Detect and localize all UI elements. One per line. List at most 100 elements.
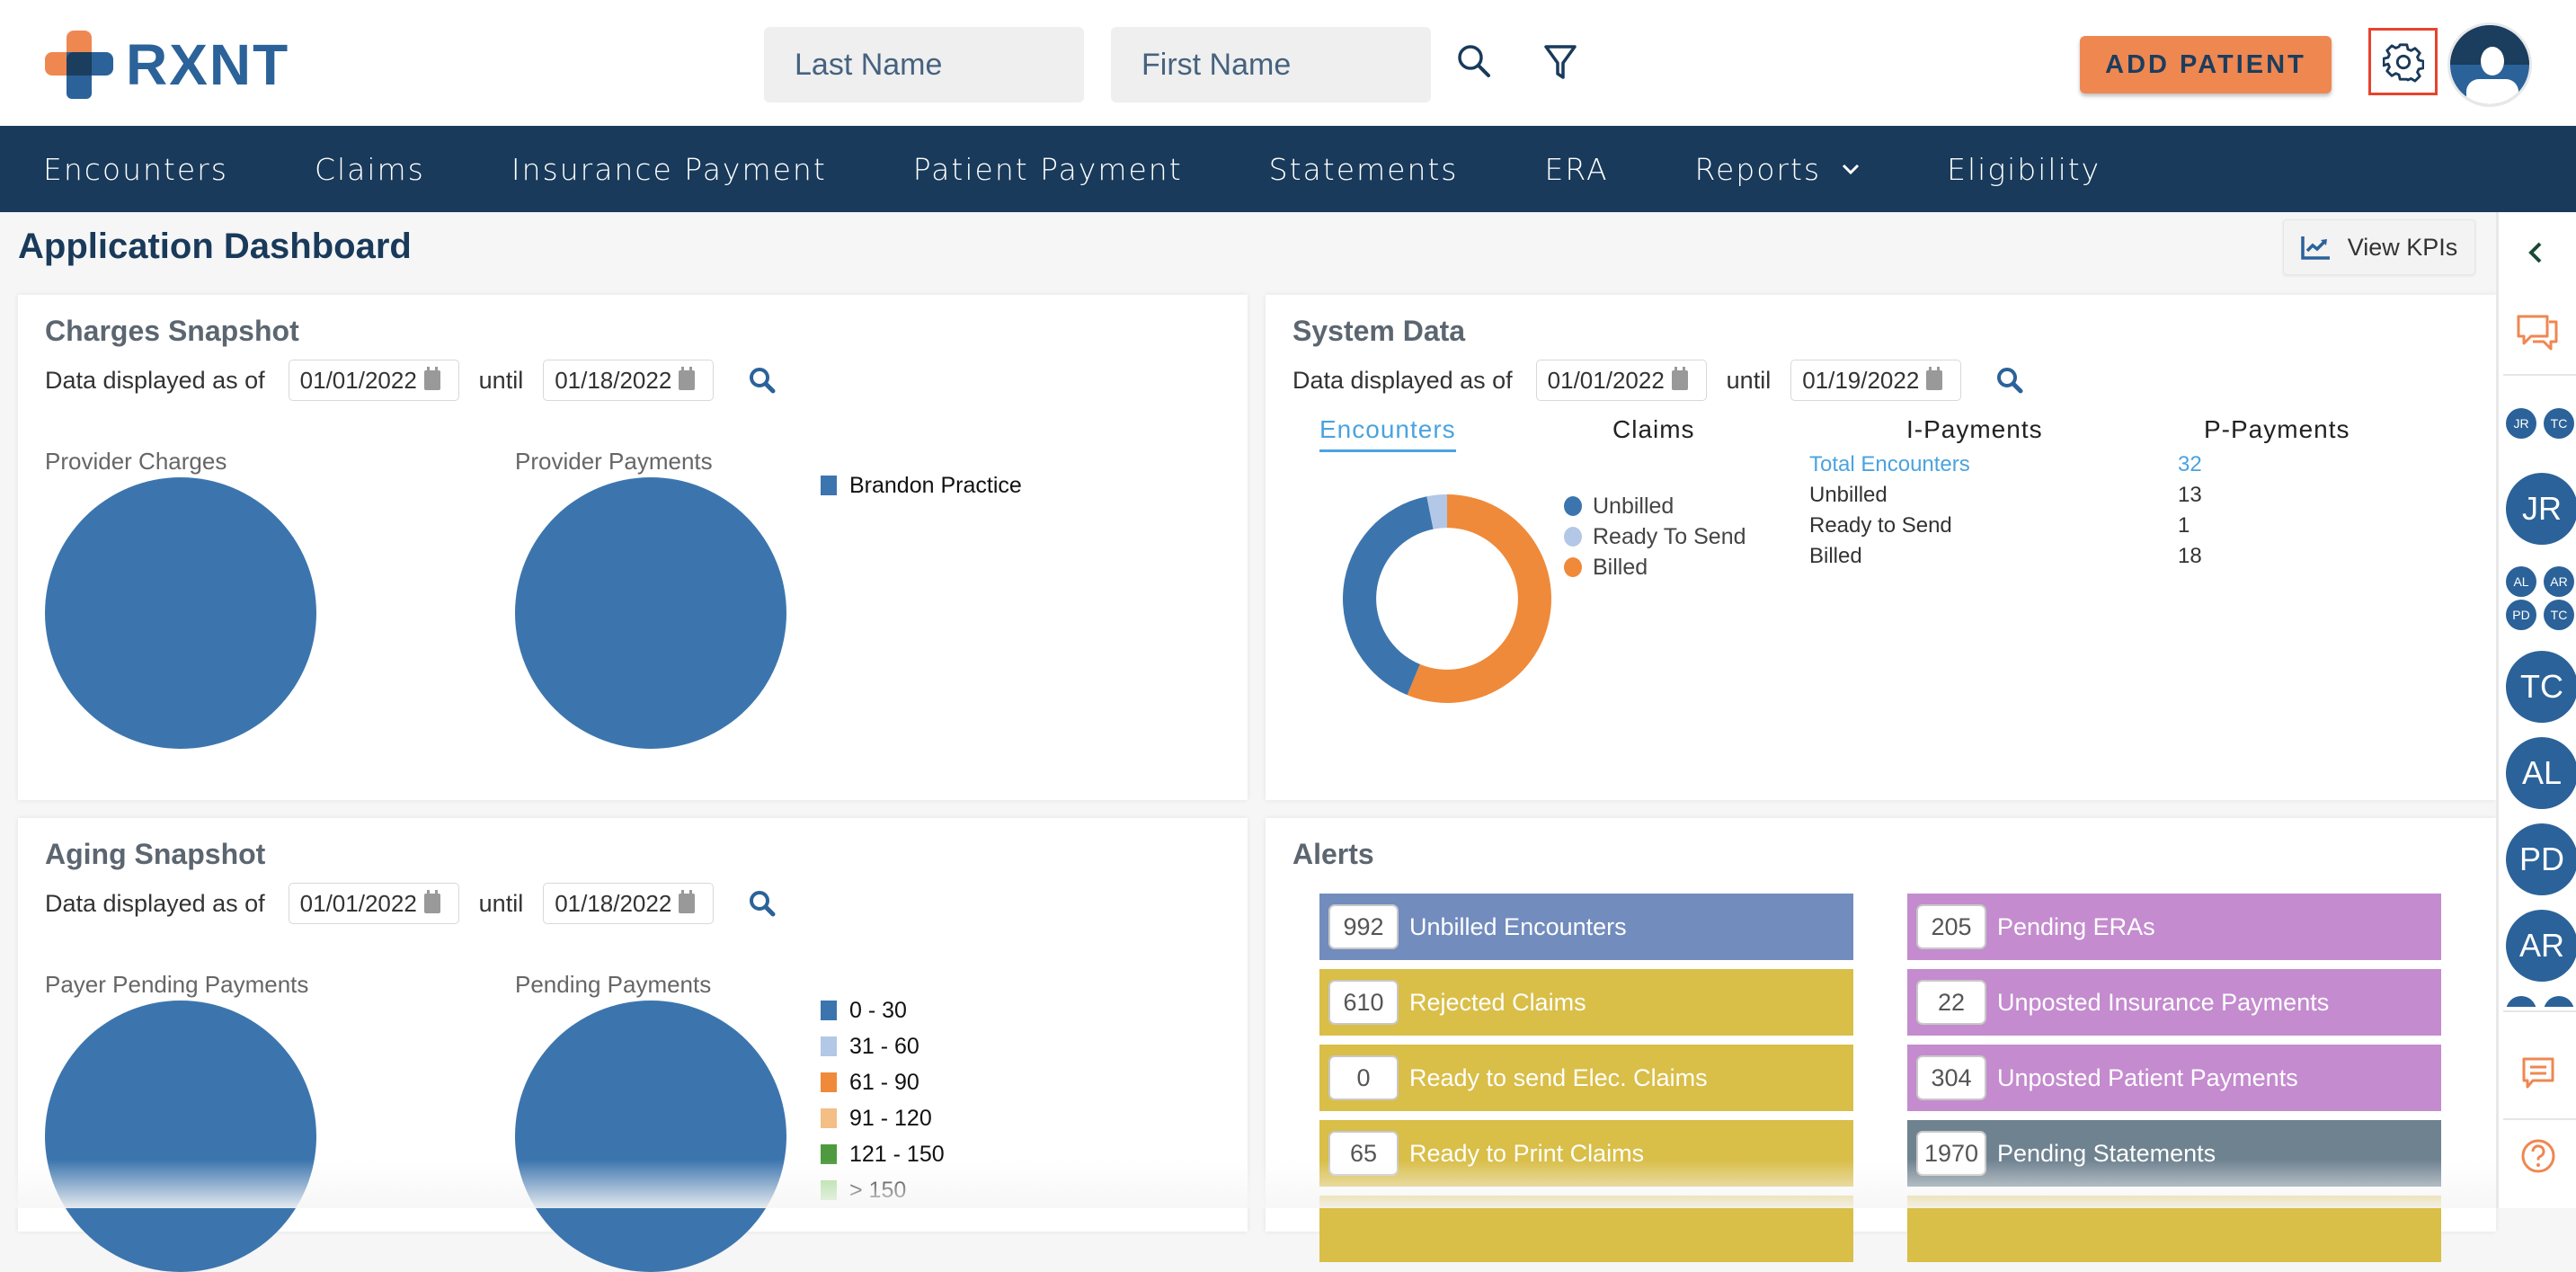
nav-statements[interactable]: Statements (1269, 152, 1459, 187)
date-filter: Data displayed as of 01/01/2022 until 01… (45, 360, 777, 401)
alert-count: 205 (1916, 904, 1986, 949)
card-title: Aging Snapshot (45, 838, 266, 870)
alert-rejected-claims[interactable]: 610 Rejected Claims (1319, 969, 1853, 1036)
sidebar-divider (2503, 374, 2576, 376)
calendar-icon[interactable] (1926, 367, 1943, 390)
last-name-input[interactable] (764, 27, 1084, 102)
legend-item: Unbilled (1564, 491, 1746, 521)
detail-value: 1 (2178, 513, 2190, 538)
search-icon[interactable] (748, 889, 777, 918)
date-label: Data displayed as of (45, 889, 265, 917)
avatar-small[interactable] (2544, 996, 2574, 1007)
calendar-icon[interactable] (679, 890, 696, 913)
date-label: Data displayed as of (45, 366, 265, 394)
nav-claims[interactable]: Claims (315, 152, 425, 187)
search-icon[interactable] (1452, 40, 1496, 83)
alert-ready-print-claims[interactable]: 65 Ready to Print Claims (1319, 1120, 1853, 1187)
nav-reports[interactable]: Reports (1695, 152, 1861, 187)
user-avatar[interactable] (2447, 22, 2532, 107)
avatar-al[interactable]: AL (2506, 737, 2576, 809)
pie-slice-brandon-practice[interactable] (45, 477, 316, 749)
tab-encounters[interactable]: Encounters (1319, 415, 1456, 452)
from-date-value: 01/01/2022 (299, 366, 417, 394)
encounters-donut (1343, 494, 1551, 703)
encounter-details: Total Encounters 32 Unbilled 13 Ready to S… (1809, 449, 2202, 572)
chevron-left-icon[interactable] (2522, 239, 2549, 266)
avatar-tc-small[interactable]: TC (2544, 408, 2574, 439)
tab-i-payments[interactable]: I-Payments (1906, 415, 2043, 449)
tab-p-payments[interactable]: P-Payments (2204, 415, 2350, 449)
help-icon[interactable] (2520, 1138, 2556, 1174)
pie-slice-0-30[interactable] (515, 1001, 786, 1272)
alert-count: 1970 (1916, 1131, 1986, 1176)
alert-unbilled-encounters[interactable]: 992 Unbilled Encounters (1319, 894, 1853, 960)
nav-insurance-payment[interactable]: Insurance Payment (511, 152, 827, 187)
alert-label: Unposted Patient Payments (1997, 1063, 2298, 1091)
settings-button[interactable] (2368, 28, 2438, 95)
alert-partial[interactable] (1907, 1196, 2441, 1262)
pie-slice-brandon-practice[interactable] (515, 477, 786, 749)
detail-value: 32 (2178, 452, 2202, 476)
alert-pending-eras[interactable]: 205 Pending ERAs (1907, 894, 2441, 960)
detail-row-total[interactable]: Total Encounters 32 (1809, 449, 2202, 480)
detail-row: Billed 18 (1809, 541, 2202, 572)
avatar-al-small[interactable]: AL (2506, 566, 2536, 597)
rxnt-logo[interactable]: RXNT (45, 31, 289, 99)
charges-legend: Brandon Practice (821, 467, 1022, 503)
alert-partial[interactable] (1319, 1196, 1853, 1262)
avatar-pd[interactable]: PD (2506, 823, 2576, 895)
nav-era[interactable]: ERA (1545, 152, 1609, 187)
search-icon[interactable] (748, 366, 777, 395)
avatar-pd-small[interactable]: PD (2506, 600, 2536, 630)
provider-charges-pie (45, 477, 316, 749)
avatar-ar[interactable]: AR (2506, 910, 2576, 982)
donut-legend: Unbilled Ready To Send Billed (1564, 491, 1746, 583)
payer-pending-label: Payer Pending Payments (45, 971, 309, 998)
nav-label: Encounters (43, 151, 228, 187)
pending-payments-pie (515, 1001, 786, 1272)
add-patient-button[interactable]: ADD PATIENT (2080, 36, 2332, 93)
chat-bubbles-icon[interactable] (2515, 313, 2560, 352)
nav-eligibility[interactable]: Eligibility (1947, 152, 2101, 187)
legend-label: 31 - 60 (849, 1033, 919, 1059)
search-icon[interactable] (1995, 366, 2024, 395)
until-label: until (478, 366, 524, 394)
calendar-icon[interactable] (679, 367, 696, 390)
first-name-input[interactable] (1111, 27, 1431, 102)
avatar-small[interactable] (2506, 996, 2536, 1007)
nav-patient-payment[interactable]: Patient Payment (913, 152, 1183, 187)
calendar-icon[interactable] (1671, 367, 1688, 390)
filter-icon[interactable] (1539, 40, 1582, 83)
alert-unposted-insurance[interactable]: 22 Unposted Insurance Payments (1907, 969, 2441, 1036)
to-date-input[interactable]: 01/19/2022 (1790, 360, 1962, 401)
alert-pending-statements[interactable]: 1970 Pending Statements (1907, 1120, 2441, 1187)
chart-trend-icon (2300, 236, 2330, 260)
pie-slice-0-30[interactable] (45, 1001, 316, 1272)
aging-snapshot-card: Aging Snapshot Data displayed as of 01/0… (18, 818, 1248, 1272)
avatar-tc-small[interactable]: TC (2544, 600, 2574, 630)
nav-encounters[interactable]: Encounters (43, 152, 228, 187)
detail-value: 13 (2178, 483, 2202, 507)
alert-unposted-patient[interactable]: 304 Unposted Patient Payments (1907, 1045, 2441, 1111)
from-date-input[interactable]: 01/01/2022 (288, 360, 459, 401)
view-kpis-label: View KPIs (2347, 233, 2458, 261)
calendar-icon[interactable] (423, 890, 440, 913)
legend-item: 61 - 90 (821, 1064, 945, 1100)
view-kpis-button[interactable]: View KPIs (2283, 219, 2475, 275)
charges-snapshot-card: Charges Snapshot Data displayed as of 01… (18, 295, 1248, 800)
avatar-ar-small[interactable]: AR (2544, 566, 2574, 597)
date-label: Data displayed as of (1292, 366, 1513, 394)
to-date-input[interactable]: 01/18/2022 (543, 360, 715, 401)
from-date-input[interactable]: 01/01/2022 (288, 883, 459, 924)
alert-ready-elec-claims[interactable]: 0 Ready to send Elec. Claims (1319, 1045, 1853, 1111)
detail-row: Unbilled 13 (1809, 480, 2202, 511)
tab-claims[interactable]: Claims (1612, 415, 1695, 449)
to-date-input[interactable]: 01/18/2022 (543, 883, 715, 924)
avatar-tc[interactable]: TC (2506, 651, 2576, 723)
avatar-jr[interactable]: JR (2506, 473, 2576, 545)
alert-label: Pending Statements (1997, 1139, 2216, 1167)
message-icon[interactable] (2520, 1055, 2556, 1091)
avatar-jr-small[interactable]: JR (2506, 408, 2536, 439)
calendar-icon[interactable] (423, 367, 440, 390)
from-date-input[interactable]: 01/01/2022 (1535, 360, 1707, 401)
